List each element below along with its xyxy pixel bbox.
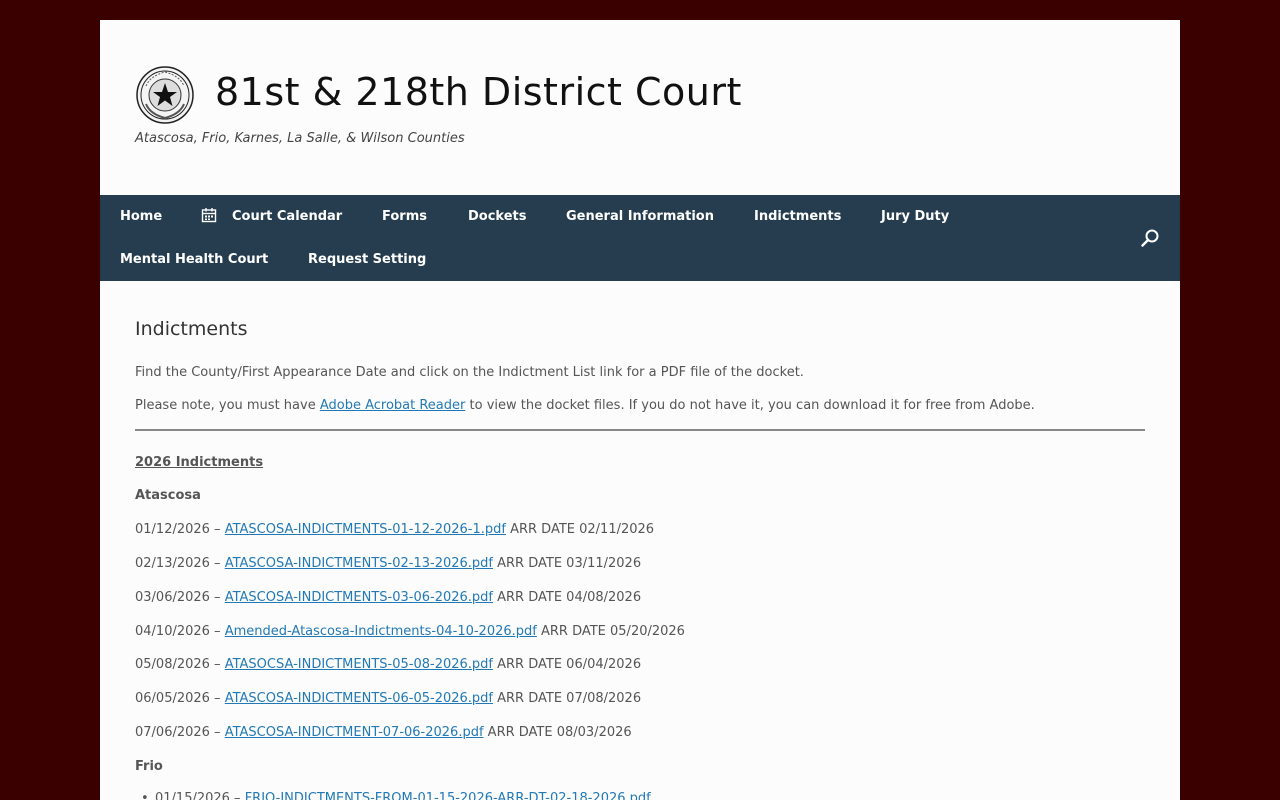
entry-date: 05/08/2026 – [135, 657, 225, 672]
note-paragraph: Please note, you must have Adobe Acrobat… [135, 398, 1035, 413]
divider [135, 429, 1145, 431]
nav-home[interactable]: Home [120, 209, 162, 224]
note-text-after: to view the docket files. If you do not … [465, 398, 1035, 413]
search-icon[interactable] [1140, 228, 1160, 248]
page: 81st & 218th District Court Atascosa, Fr… [100, 20, 1180, 800]
list-item: 06/05/2026 – ATASCOSA-INDICTMENTS-06-05-… [135, 691, 641, 706]
list-item: 01/12/2026 – ATASCOSA-INDICTMENTS-01-12-… [135, 522, 654, 537]
year-heading: 2026 Indictments [135, 455, 264, 470]
arraignment-date: ARR DATE 02/11/2026 [505, 522, 655, 537]
entry-date: 06/05/2026 – [135, 691, 225, 706]
nav-jury-duty[interactable]: Jury Duty [881, 209, 949, 224]
calendar-icon [201, 208, 217, 223]
indictment-pdf-link[interactable]: Amended-Atascosa-Indictments-04-10-2026.… [225, 624, 537, 639]
indictment-pdf-link[interactable]: ATASCOSA-INDICTMENTS-06-05-2026.pdf [225, 691, 493, 706]
arraignment-date: ARR DATE 03/11/2026 [493, 556, 642, 571]
nav-general-information[interactable]: General Information [566, 209, 714, 224]
list-item: 03/06/2026 – ATASCOSA-INDICTMENTS-03-06-… [135, 590, 641, 605]
bullet-marker: • [141, 791, 149, 800]
nav-court-calendar[interactable]: Court Calendar [232, 209, 342, 224]
intro-paragraph: Find the County/First Appearance Date an… [135, 365, 804, 380]
indictment-pdf-link[interactable]: ATASCOSA-INDICTMENTS-03-06-2026.pdf [225, 590, 493, 605]
list-item: 07/06/2026 – ATASCOSA-INDICTMENT-07-06-2… [135, 725, 632, 740]
list-item: 01/15/2026 – FRIO-INDICTMENTS-FROM-01-15… [155, 791, 651, 800]
nav-forms[interactable]: Forms [382, 209, 427, 224]
note-text-before: Please note, you must have [135, 398, 320, 413]
nav-dockets[interactable]: Dockets [468, 209, 527, 224]
entry-date: 01/15/2026 – [155, 791, 245, 800]
site-title[interactable]: 81st & 218th District Court [215, 70, 742, 114]
county-heading-frio: Frio [135, 759, 163, 774]
indictment-pdf-link[interactable]: ATASCOSA-INDICTMENTS-01-12-2026-1.pdf [225, 522, 506, 537]
arraignment-date: ARR DATE 08/03/2026 [483, 725, 632, 740]
entry-date: 04/10/2026 – [135, 624, 225, 639]
entry-date: 03/06/2026 – [135, 590, 225, 605]
page-title: Indictments [135, 318, 248, 340]
site-description: Atascosa, Frio, Karnes, La Salle, & Wils… [135, 131, 465, 146]
county-heading-atascosa: Atascosa [135, 488, 201, 503]
arraignment-date: ARR DATE 05/20/2026 [536, 624, 685, 639]
nav-request-setting[interactable]: Request Setting [308, 252, 426, 267]
entry-date: 07/06/2026 – [135, 725, 225, 740]
texas-seal-logo[interactable] [136, 66, 194, 124]
entry-date: 02/13/2026 – [135, 556, 225, 571]
indictment-pdf-link[interactable]: ATASCOSA-INDICTMENTS-02-13-2026.pdf [225, 556, 493, 571]
list-item: 02/13/2026 – ATASCOSA-INDICTMENTS-02-13-… [135, 556, 641, 571]
indictment-pdf-link[interactable]: FRIO-INDICTMENTS-FROM-01-15-2026-ARR-DT-… [245, 791, 651, 800]
nav-indictments[interactable]: Indictments [754, 209, 841, 224]
indictment-pdf-link[interactable]: ATASOCSA-INDICTMENTS-05-08-2026.pdf [225, 657, 493, 672]
arraignment-date: ARR DATE 07/08/2026 [493, 691, 642, 706]
arraignment-date: ARR DATE 04/08/2026 [493, 590, 642, 605]
nav-mental-health-court[interactable]: Mental Health Court [120, 252, 268, 267]
arraignment-date: ARR DATE 06/04/2026 [493, 657, 642, 672]
list-item: 04/10/2026 – Amended-Atascosa-Indictment… [135, 624, 685, 639]
site-header: 81st & 218th District Court Atascosa, Fr… [100, 20, 1180, 195]
list-item: 05/08/2026 – ATASOCSA-INDICTMENTS-05-08-… [135, 657, 641, 672]
adobe-reader-link[interactable]: Adobe Acrobat Reader [320, 398, 466, 413]
main-navigation: Home Court Calendar Forms Dockets Genera… [100, 195, 1180, 281]
indictment-pdf-link[interactable]: ATASCOSA-INDICTMENT-07-06-2026.pdf [225, 725, 484, 740]
entry-date: 01/12/2026 – [135, 522, 225, 537]
